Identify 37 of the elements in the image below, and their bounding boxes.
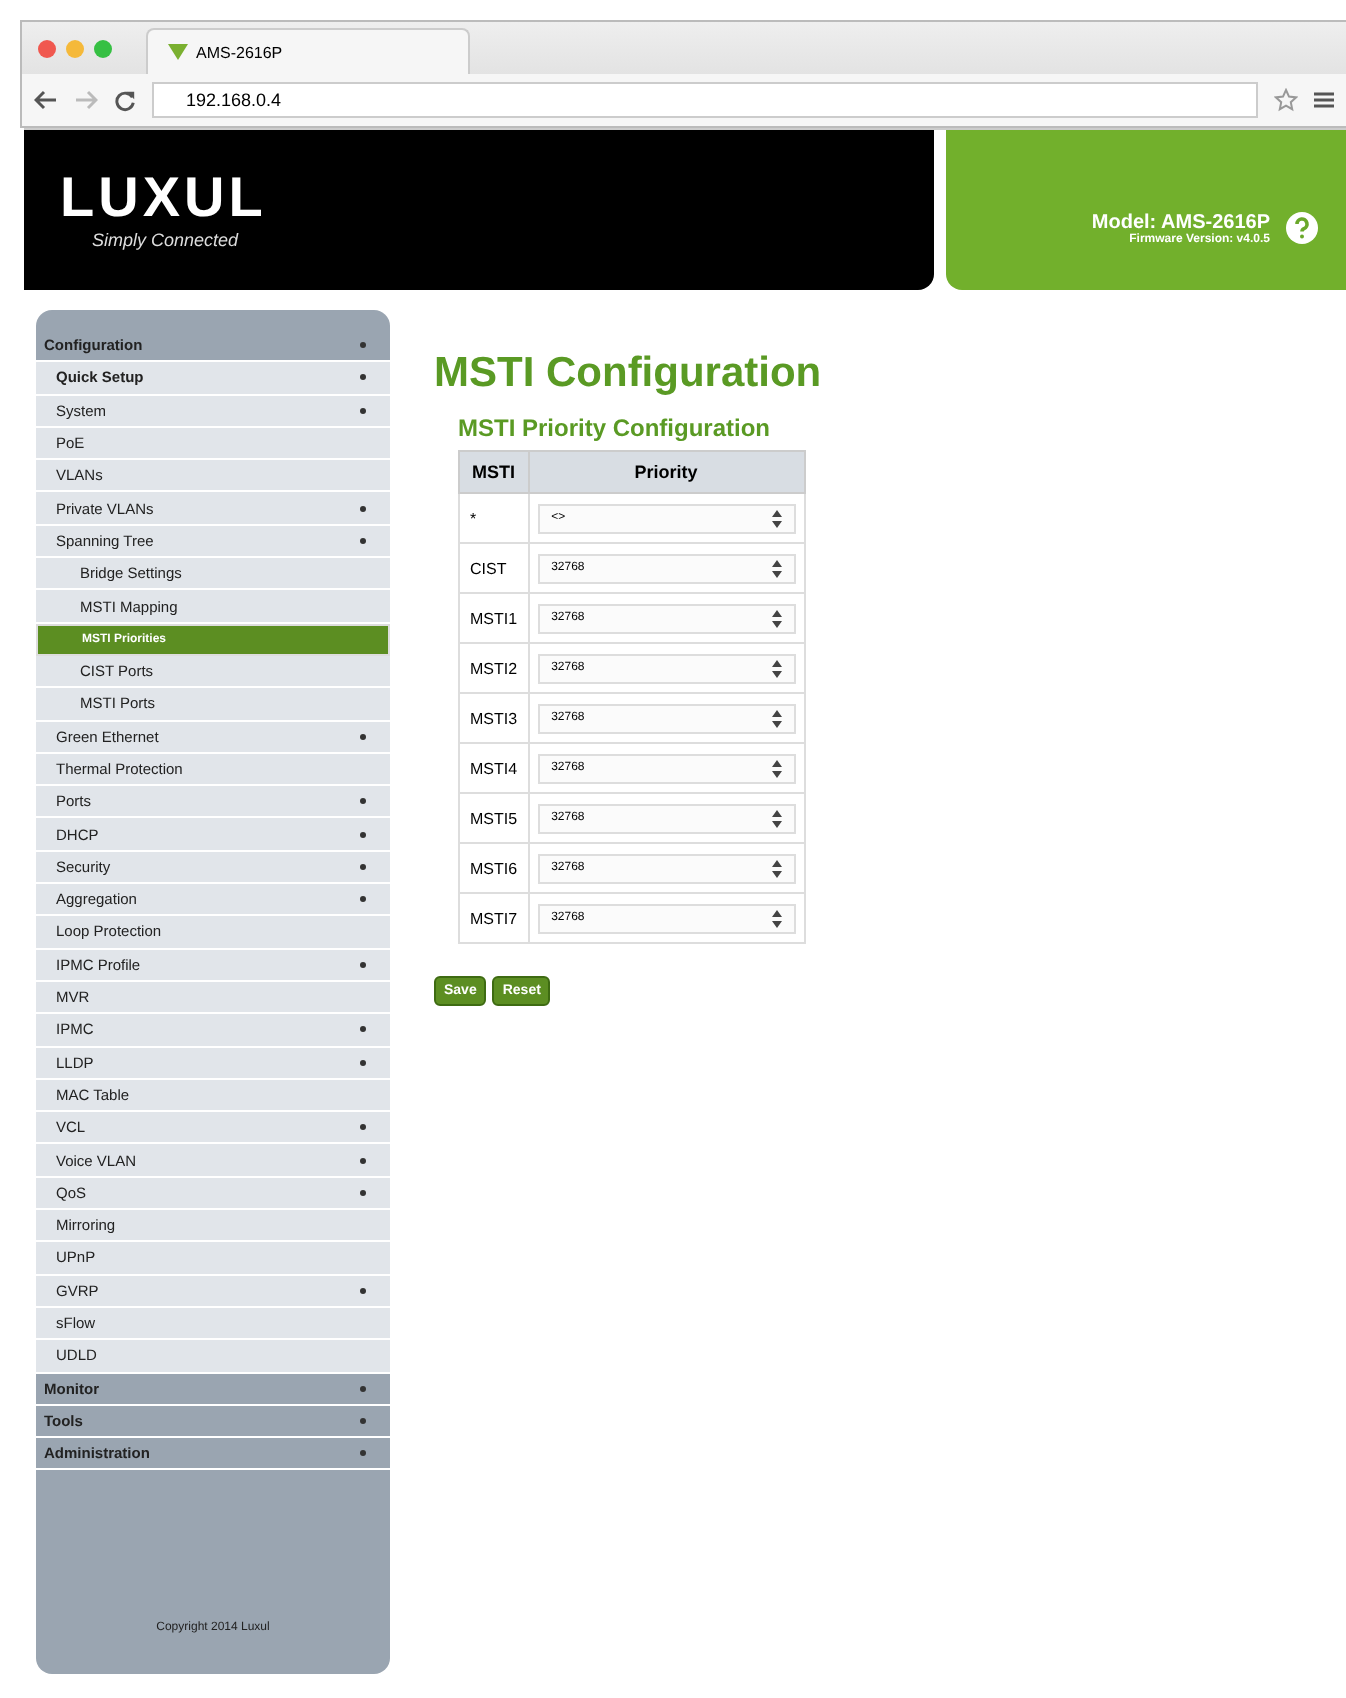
updown-arrow-icon xyxy=(771,709,782,727)
back-arrow-icon[interactable] xyxy=(34,90,58,110)
reload-icon[interactable] xyxy=(114,89,136,111)
table-cell: MSTI5 xyxy=(459,793,529,843)
star-icon[interactable] xyxy=(1274,88,1298,112)
updown-arrow-icon xyxy=(771,559,782,577)
model-label: Model: AMS-2616P xyxy=(1091,211,1270,233)
table-cell: MSTI1 xyxy=(459,593,529,643)
updown-arrow-icon xyxy=(771,909,782,927)
address-bar[interactable]: 192.168.0.4 xyxy=(152,82,1258,118)
updown-arrow-icon xyxy=(771,659,782,677)
column-header: MSTI xyxy=(459,451,529,493)
table-cell: MSTI4 xyxy=(459,743,529,793)
column-header: Priority xyxy=(528,451,805,493)
table-cell: MSTI3 xyxy=(459,693,529,743)
table-cell: MSTI6 xyxy=(459,843,529,893)
maximize-dot-icon[interactable] xyxy=(94,39,112,57)
section-title: MSTI Priority Configuration xyxy=(458,414,772,442)
updown-arrow-icon xyxy=(771,509,782,527)
menu-icon[interactable] xyxy=(1314,90,1334,110)
table-cell: CIST xyxy=(459,543,529,593)
close-dot-icon[interactable] xyxy=(38,39,56,57)
updown-arrow-icon xyxy=(771,859,782,877)
tagline: Simply Connected xyxy=(92,230,241,250)
updown-arrow-icon xyxy=(771,759,782,777)
page-title: MSTI Configuration xyxy=(434,350,822,398)
updown-arrow-icon xyxy=(771,609,782,627)
minimize-dot-icon[interactable] xyxy=(66,39,84,57)
table-cell: * xyxy=(459,493,529,543)
browser-tab[interactable]: AMS-2616P xyxy=(146,28,470,74)
table-cell: MSTI7 xyxy=(459,893,529,943)
logo: LUXUL xyxy=(60,166,269,230)
favicon-icon xyxy=(168,44,188,60)
table-cell: MSTI2 xyxy=(459,643,529,693)
forward-arrow-icon[interactable] xyxy=(74,90,98,110)
help-icon[interactable] xyxy=(1286,212,1318,244)
updown-arrow-icon xyxy=(771,809,782,827)
